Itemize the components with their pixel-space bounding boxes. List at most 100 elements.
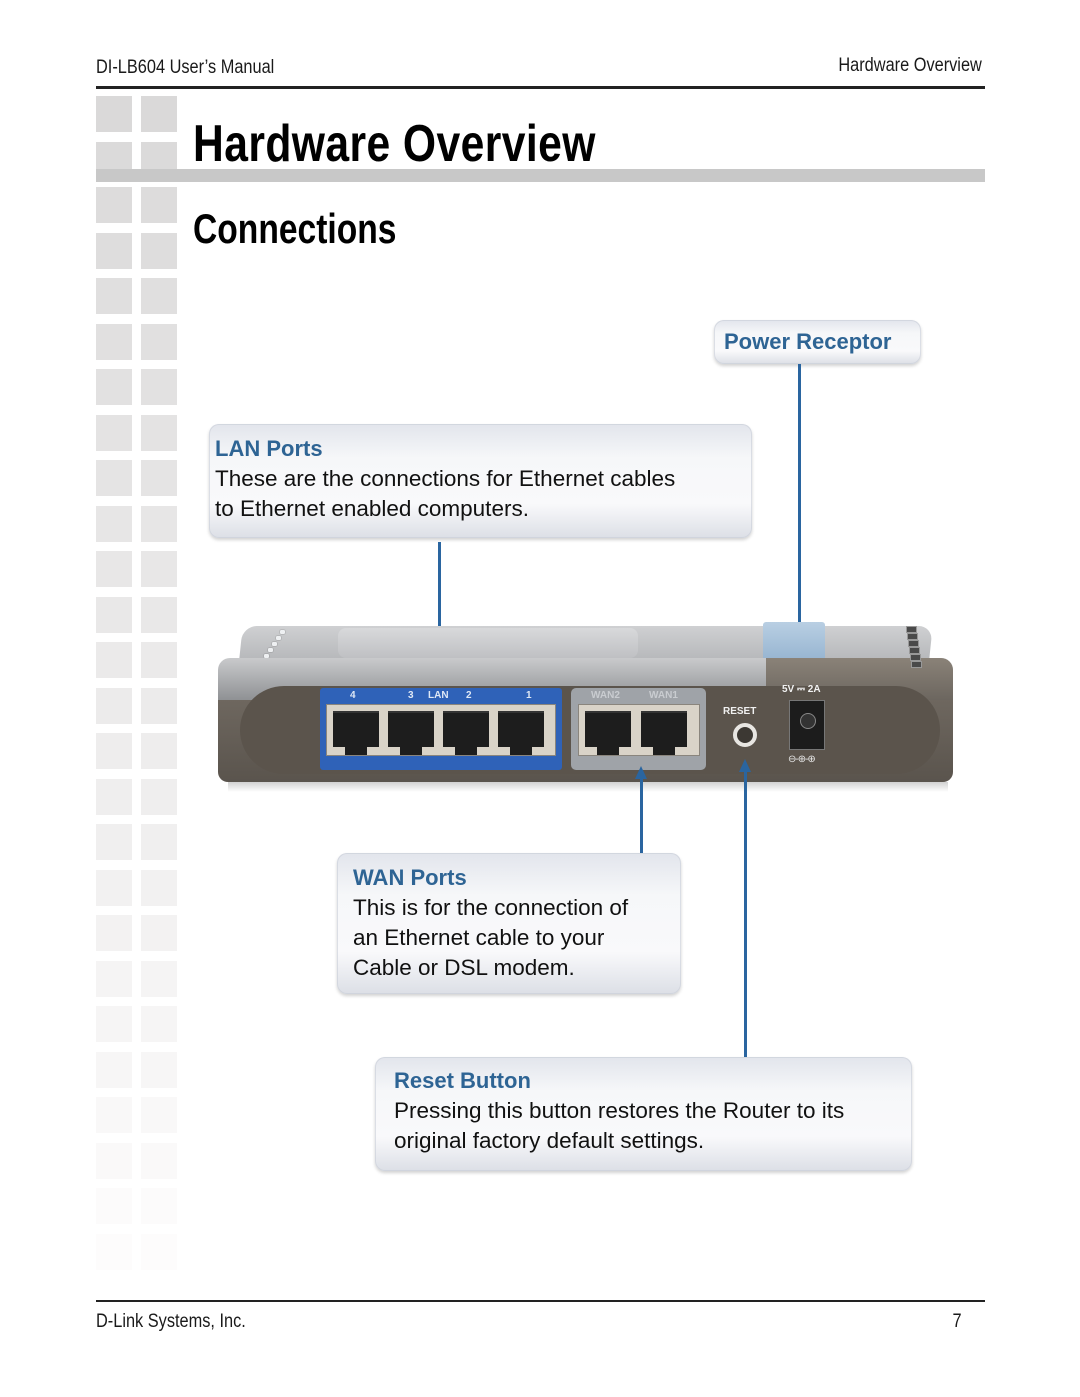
decorative-square xyxy=(96,1233,132,1270)
router-rear-panel-image: 4 3 LAN 2 1 WAN2 WAN1 RESET 5V ⎓ 2A ⊖-⊕-… xyxy=(218,618,953,793)
decorative-square xyxy=(96,824,132,860)
wan1-label: WAN1 xyxy=(649,690,678,701)
callout-lan-ports: LAN Ports These are the connections for … xyxy=(209,424,752,538)
decorative-square xyxy=(96,733,132,769)
decorative-square xyxy=(96,505,132,542)
lan-label: LAN xyxy=(428,690,449,701)
decorative-square xyxy=(141,1051,177,1088)
router-leds-right xyxy=(906,624,926,668)
decorative-square xyxy=(141,596,177,633)
arrow-line-wan xyxy=(640,778,643,854)
decorative-square xyxy=(141,232,177,269)
arrow-head-wan xyxy=(635,766,647,779)
running-section-name: Hardware Overview xyxy=(838,55,982,76)
callout-title: Power Receptor xyxy=(724,329,892,354)
decorative-square xyxy=(96,369,132,405)
decorative-square xyxy=(141,642,177,678)
body-line: to Ethernet enabled computers. xyxy=(215,496,529,521)
decorative-square xyxy=(96,915,132,951)
decorative-square xyxy=(141,460,177,496)
decorative-square xyxy=(96,1097,132,1133)
decorative-square xyxy=(141,778,177,815)
decorative-square xyxy=(141,1188,177,1224)
decorative-square xyxy=(141,733,177,769)
lan-port-block: 4 3 LAN 2 1 xyxy=(320,688,562,770)
decorative-square xyxy=(96,1006,132,1042)
decorative-square xyxy=(96,642,132,678)
callout-title: LAN Ports xyxy=(215,436,323,461)
manual-title: DI-LB604 User’s Manual xyxy=(96,57,275,78)
decorative-square xyxy=(141,915,177,951)
decorative-square xyxy=(141,551,177,587)
lan-port-label-1: 1 xyxy=(526,690,532,701)
callout-reset-button: Reset Button Pressing this button restor… xyxy=(375,1057,912,1171)
power-rating-label: 5V ⎓ 2A xyxy=(782,684,821,695)
decorative-square xyxy=(96,1142,132,1179)
decorative-square xyxy=(96,414,132,451)
arrow-line-reset xyxy=(744,772,747,1058)
body-line: original factory default settings. xyxy=(394,1128,705,1153)
router-top-logo-plate xyxy=(338,628,638,658)
decorative-square xyxy=(141,1233,177,1270)
decorative-square xyxy=(141,187,177,223)
wan-port-frame xyxy=(578,704,700,756)
lan-port-label-4: 4 xyxy=(350,690,356,701)
decorative-square xyxy=(96,96,132,132)
callout-body: Pressing this button restores the Router… xyxy=(394,1096,844,1156)
decorative-square xyxy=(141,278,177,314)
page-title: Hardware Overview xyxy=(193,115,596,173)
decorative-square xyxy=(96,1051,132,1088)
decorative-square xyxy=(141,1097,177,1133)
callout-body: This is for the connection of an Etherne… xyxy=(353,893,628,983)
decorative-square xyxy=(141,869,177,906)
body-line: an Ethernet cable to your xyxy=(353,925,605,950)
decorative-square xyxy=(96,778,132,815)
ethernet-jack xyxy=(388,711,434,755)
decorative-square xyxy=(96,323,132,360)
decorative-square xyxy=(96,278,132,314)
ethernet-jack xyxy=(333,711,379,755)
decorative-square xyxy=(141,1142,177,1179)
decorative-square xyxy=(96,687,132,724)
decorative-square xyxy=(141,323,177,360)
ethernet-jack xyxy=(641,711,687,755)
decorative-square xyxy=(141,414,177,451)
wan-port-block: WAN2 WAN1 xyxy=(571,688,706,770)
decorative-square xyxy=(141,96,177,132)
lan-port-label-3: 3 xyxy=(408,690,414,701)
decorative-square xyxy=(96,460,132,496)
lan-port-frame xyxy=(326,704,556,756)
router-shadow xyxy=(228,782,948,792)
decorative-square xyxy=(141,505,177,542)
power-jack xyxy=(789,700,825,750)
lan-port-label-2: 2 xyxy=(466,690,472,701)
section-title: Connections xyxy=(193,205,397,252)
callout-wan-ports: WAN Ports This is for the connection of … xyxy=(337,853,681,994)
decorative-square xyxy=(96,551,132,587)
callout-power-receptor: Power Receptor xyxy=(714,320,921,364)
decorative-square xyxy=(96,596,132,633)
ethernet-jack xyxy=(498,711,544,755)
callout-body: These are the connections for Ethernet c… xyxy=(215,464,675,524)
ethernet-jack xyxy=(443,711,489,755)
decorative-square xyxy=(96,869,132,906)
footer-company: D-Link Systems, Inc. xyxy=(96,1311,246,1332)
header-rule xyxy=(96,86,985,89)
decorative-square xyxy=(141,824,177,860)
body-line: Pressing this button restores the Router… xyxy=(394,1098,845,1123)
decorative-square xyxy=(96,232,132,269)
decorative-square xyxy=(141,1006,177,1042)
body-line: These are the connections for Ethernet c… xyxy=(215,466,676,491)
reset-button-hole xyxy=(733,723,757,747)
body-line: This is for the connection of xyxy=(353,895,629,920)
wan2-label: WAN2 xyxy=(591,690,620,701)
callout-title: WAN Ports xyxy=(353,865,467,890)
decorative-square xyxy=(96,187,132,223)
decorative-squares xyxy=(96,96,178,1286)
arrow-line-power xyxy=(798,364,801,654)
footer-rule xyxy=(96,1300,985,1302)
decorative-square xyxy=(96,1188,132,1224)
decorative-square xyxy=(141,960,177,997)
decorative-square xyxy=(141,687,177,724)
decorative-square xyxy=(141,369,177,405)
